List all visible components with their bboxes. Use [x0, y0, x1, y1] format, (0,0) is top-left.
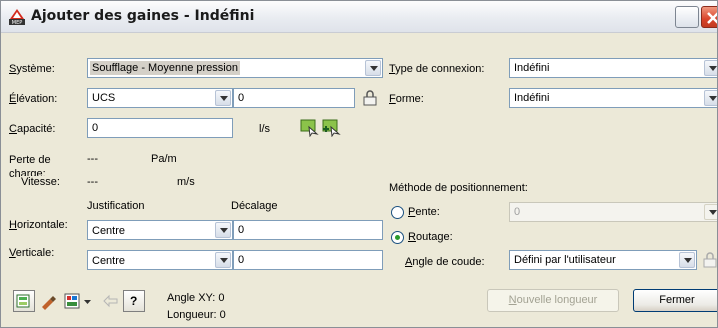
chevron-down-icon[interactable] [365, 60, 381, 76]
vitesse-value: --- [87, 176, 98, 188]
horizontale-justification-combo[interactable]: Centre [87, 220, 233, 240]
close-icon [707, 12, 717, 24]
match-properties-icon [42, 296, 56, 310]
capacity-add-icon[interactable] [321, 117, 341, 137]
app-logo-icon: MEP [9, 9, 25, 25]
duct-properties-icon [16, 294, 30, 308]
svg-text:MEP: MEP [12, 20, 23, 25]
justification-icon [64, 293, 91, 309]
maximize-button[interactable] [675, 6, 699, 28]
verticale-justification-combo[interactable]: Centre [87, 250, 233, 270]
elevation-label: Élévation: [9, 93, 58, 105]
justification-header: Justification [87, 200, 145, 212]
chevron-down-icon[interactable] [215, 90, 231, 106]
forme-label: Forme: [389, 93, 424, 105]
angle-coude-value: Défini par l'utilisateur [514, 254, 616, 266]
capacite-label: Capacité: [9, 123, 56, 135]
positionnement-header: Méthode de positionnement: [389, 182, 528, 194]
systeme-label: Système: [9, 63, 55, 75]
perte-unit: Pa/m [151, 153, 177, 165]
longueur-status: Longueur: 0 [167, 309, 226, 321]
fermer-button[interactable]: Fermer [633, 289, 717, 312]
horizontale-label: Horizontale: [9, 219, 68, 231]
elevation-combo-value: UCS [92, 92, 116, 104]
pente-radio[interactable] [391, 206, 404, 219]
help-button[interactable]: ? [123, 290, 145, 312]
chevron-down-icon[interactable] [704, 60, 717, 76]
capacite-unit: l/s [259, 123, 270, 135]
type-connexion-label: Type de connexion: [389, 63, 485, 75]
justification-button[interactable] [61, 290, 95, 312]
forme-value: Indéfini [514, 92, 550, 104]
vitesse-unit: m/s [177, 176, 195, 188]
elevation-input[interactable]: 0 [233, 88, 355, 108]
pente-value: 0 [514, 206, 521, 218]
chevron-down-icon[interactable] [215, 222, 231, 238]
verticale-justification-value: Centre [92, 255, 126, 267]
verticale-decalage-input[interactable]: 0 [233, 250, 383, 270]
match-properties-button[interactable] [37, 290, 59, 312]
help-icon: ? [130, 294, 138, 308]
forme-combo[interactable]: Indéfini [509, 88, 717, 108]
window-title: Ajouter des gaines - Indéfini [31, 8, 255, 24]
duct-properties-button[interactable] [13, 290, 35, 312]
title-bar[interactable]: MEP Ajouter des gaines - Indéfini [1, 1, 717, 33]
capacite-input[interactable]: 0 [87, 118, 233, 138]
chevron-down-icon[interactable] [215, 252, 231, 268]
pente-input: 0 [509, 202, 717, 222]
chevron-down-icon[interactable] [679, 252, 695, 268]
horizontale-justification-value: Centre [92, 225, 126, 237]
systeme-value: Soufflage - Moyenne pression [90, 61, 240, 75]
perte-value: --- [87, 153, 98, 165]
angle-coude-label: Angle de coude: [405, 256, 485, 268]
undo-icon [103, 294, 118, 308]
type-connexion-combo[interactable]: Indéfini [509, 58, 717, 78]
perte-label: Perte de charge: [9, 154, 51, 180]
chevron-down-icon[interactable] [704, 90, 717, 106]
angle-xy-status: Angle XY: 0 [167, 292, 225, 304]
capacity-icon[interactable] [299, 117, 319, 137]
decalage-header: Décalage [231, 200, 278, 212]
systeme-combo[interactable]: Soufflage - Moyenne pression [87, 58, 383, 78]
type-connexion-value: Indéfini [514, 62, 550, 74]
vitesse-label: Vitesse: [21, 176, 60, 188]
spinner-icon [704, 204, 717, 220]
lock-icon[interactable] [361, 89, 379, 107]
nouvelle-longueur-button[interactable]: Nouvelle longueur [487, 289, 619, 312]
horizontale-decalage-input[interactable]: 0 [233, 220, 383, 240]
elevation-combo[interactable]: UCS [87, 88, 233, 108]
lock-icon[interactable] [701, 251, 718, 269]
dialog-window: MEP Ajouter des gaines - Indéfini Systèm… [0, 0, 718, 328]
verticale-label: Verticale: [9, 247, 55, 259]
undo-button[interactable] [99, 290, 121, 312]
pente-label: Pente: [408, 206, 440, 218]
routage-radio[interactable] [391, 231, 404, 244]
routage-label: Routage: [408, 231, 453, 243]
close-button[interactable] [701, 6, 717, 28]
angle-coude-combo[interactable]: Défini par l'utilisateur [509, 250, 697, 270]
